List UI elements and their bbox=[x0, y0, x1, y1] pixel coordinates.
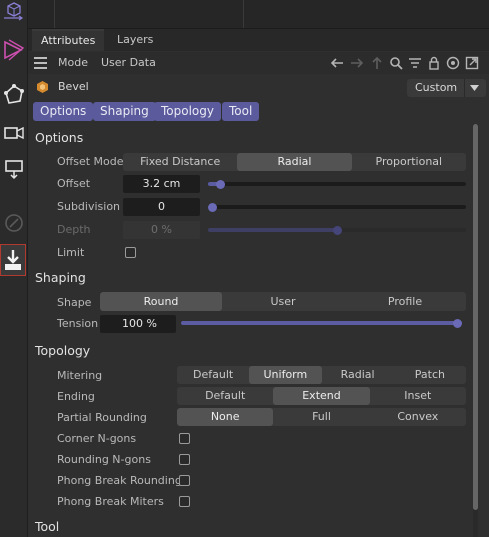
partial-rounding-full[interactable]: Full bbox=[273, 408, 369, 426]
tension-field[interactable]: 100 % bbox=[100, 315, 176, 333]
preset-dropdown[interactable]: Custom bbox=[407, 79, 486, 97]
shape-label: Shape bbox=[57, 296, 92, 309]
mitering-default[interactable]: Default bbox=[177, 366, 249, 384]
forward-arrow-icon[interactable] bbox=[350, 56, 364, 70]
offset-label: Offset bbox=[57, 177, 91, 190]
partial-rounding-selector: None Full Convex bbox=[177, 408, 466, 426]
subdivision-slider[interactable] bbox=[208, 202, 466, 212]
limit-label: Limit bbox=[57, 246, 85, 259]
ending-selector: Default Extend Inset bbox=[177, 387, 466, 405]
page-topology-button[interactable]: Topology bbox=[154, 102, 221, 121]
partial-rounding-none[interactable]: None bbox=[177, 408, 274, 426]
tension-slider-fill bbox=[181, 321, 462, 325]
depth-slider bbox=[208, 225, 466, 235]
page-options-button[interactable]: Options bbox=[33, 102, 94, 121]
ending-label: Ending bbox=[57, 390, 95, 403]
viewport-header bbox=[28, 0, 489, 29]
corner-ngons-label: Corner N-gons bbox=[57, 432, 137, 445]
search-icon[interactable] bbox=[389, 56, 403, 70]
depth-slider-knob bbox=[332, 225, 342, 235]
chevron-down-icon bbox=[470, 85, 479, 91]
section-options[interactable]: Options bbox=[35, 130, 83, 145]
tab-attributes[interactable]: Attributes bbox=[32, 29, 105, 51]
mitering-patch[interactable]: Patch bbox=[394, 366, 466, 384]
phong-break-rounding-checkbox[interactable] bbox=[179, 475, 190, 486]
phong-break-miters-label: Phong Break Miters bbox=[57, 495, 164, 508]
mitering-radial[interactable]: Radial bbox=[322, 366, 394, 384]
depth-field: 0 % bbox=[123, 221, 200, 239]
panel-tabs: Attributes Layers bbox=[28, 29, 489, 51]
object-header: Bevel Custom bbox=[28, 76, 489, 98]
shape-user[interactable]: User bbox=[222, 292, 344, 311]
import-icon[interactable] bbox=[0, 244, 26, 276]
polygon-icon[interactable] bbox=[0, 78, 27, 112]
object-name: Bevel bbox=[58, 80, 89, 93]
rounding-ngons-label: Rounding N-gons bbox=[57, 453, 151, 466]
subdivision-slider-knob[interactable] bbox=[208, 202, 217, 212]
preset-label: Custom bbox=[415, 81, 458, 94]
offset-mode-selector: Fixed Distance Radial Proportional bbox=[123, 153, 466, 171]
tab-layers[interactable]: Layers bbox=[108, 29, 162, 51]
camera-icon[interactable] bbox=[0, 116, 27, 150]
offset-mode-radial[interactable]: Radial bbox=[237, 153, 352, 171]
cube-icon[interactable] bbox=[0, 0, 27, 22]
page-tool-button[interactable]: Tool bbox=[222, 102, 260, 121]
ending-default[interactable]: Default bbox=[177, 387, 273, 405]
depth-label: Depth bbox=[57, 223, 91, 236]
tool-palette bbox=[0, 0, 28, 537]
new-window-icon[interactable] bbox=[465, 56, 479, 70]
section-topology[interactable]: Topology bbox=[35, 343, 90, 358]
page-shaping-button[interactable]: Shaping bbox=[93, 102, 156, 121]
shape-round[interactable]: Round bbox=[100, 292, 222, 311]
menu-user-data[interactable]: User Data bbox=[101, 52, 156, 74]
shape-profile[interactable]: Profile bbox=[344, 292, 466, 311]
depth-slider-fill bbox=[208, 228, 337, 232]
ending-inset[interactable]: Inset bbox=[370, 387, 466, 405]
offset-slider[interactable] bbox=[208, 179, 466, 189]
scrollbar[interactable] bbox=[473, 124, 478, 537]
tension-label: Tension bbox=[57, 317, 99, 330]
section-shaping[interactable]: Shaping bbox=[35, 270, 86, 285]
tension-slider[interactable] bbox=[181, 318, 462, 328]
extrude-icon[interactable] bbox=[0, 33, 27, 67]
limit-checkbox[interactable] bbox=[125, 247, 136, 258]
corner-ngons-checkbox[interactable] bbox=[179, 433, 190, 444]
ending-extend[interactable]: Extend bbox=[273, 387, 370, 405]
up-arrow-icon[interactable] bbox=[370, 56, 384, 70]
bevel-icon bbox=[37, 81, 48, 93]
offset-mode-label: Offset Mode bbox=[57, 155, 124, 168]
rounding-ngons-checkbox[interactable] bbox=[179, 454, 190, 465]
deformer-icon[interactable] bbox=[0, 152, 27, 186]
partial-rounding-label: Partial Rounding bbox=[57, 411, 147, 424]
back-arrow-icon[interactable] bbox=[330, 56, 344, 70]
offset-field[interactable]: 3.2 cm bbox=[123, 175, 200, 193]
shape-selector: Round User Profile bbox=[100, 292, 466, 311]
hamburger-icon[interactable] bbox=[34, 57, 47, 69]
mitering-selector: Default Uniform Radial Patch bbox=[177, 366, 466, 384]
target-icon[interactable] bbox=[446, 56, 460, 70]
offset-mode-fixed-distance[interactable]: Fixed Distance bbox=[123, 153, 237, 171]
menu-mode[interactable]: Mode bbox=[58, 52, 88, 74]
scrollbar-thumb[interactable] bbox=[473, 124, 478, 510]
tension-slider-knob[interactable] bbox=[453, 318, 462, 328]
attribute-content: Options Offset Mode Fixed Distance Radia… bbox=[28, 124, 473, 537]
paint-icon bbox=[0, 206, 27, 240]
offset-mode-proportional[interactable]: Proportional bbox=[352, 153, 466, 171]
page-tabs: Options Shaping Topology Tool bbox=[28, 101, 489, 123]
mitering-uniform[interactable]: Uniform bbox=[249, 366, 322, 384]
phong-break-rounding-label: Phong Break Rounding bbox=[57, 474, 182, 487]
mitering-label: Mitering bbox=[57, 369, 103, 382]
subdivision-field[interactable]: 0 bbox=[123, 198, 200, 216]
offset-slider-knob[interactable] bbox=[216, 179, 226, 189]
subdivision-label: Subdivision bbox=[57, 200, 121, 213]
filter-icon[interactable] bbox=[408, 56, 422, 70]
phong-break-miters-checkbox[interactable] bbox=[179, 496, 190, 507]
attribute-menubar: Mode User Data bbox=[28, 52, 489, 74]
partial-rounding-convex[interactable]: Convex bbox=[370, 408, 466, 426]
section-tool[interactable]: Tool bbox=[35, 519, 59, 534]
lock-icon[interactable] bbox=[427, 56, 441, 70]
